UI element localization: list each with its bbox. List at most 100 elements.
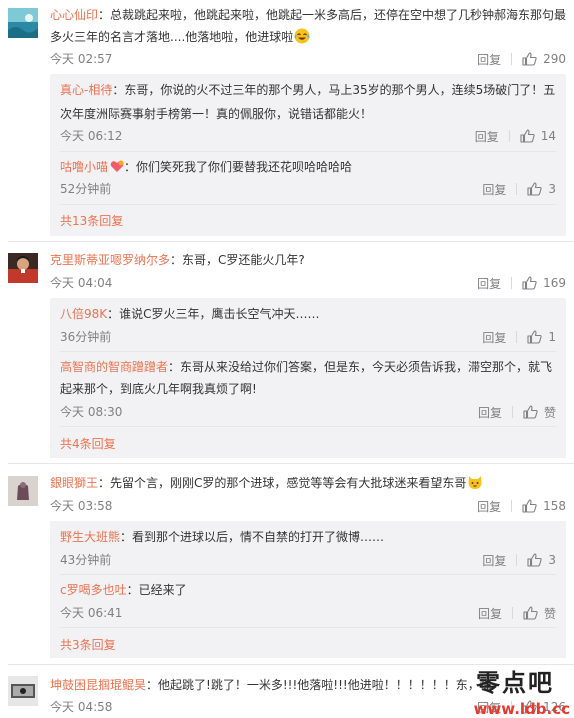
like-label: 赞 — [543, 606, 556, 621]
colon: ： — [146, 678, 159, 692]
like-count: 158 — [543, 499, 566, 513]
comment-line: 銀眼獅王：先留个言，刚刚C罗的那个进球，感觉等等会有大批球迷来看望东哥 — [50, 474, 483, 492]
reply-line: 高智商的智商蹭蹭者：东哥从来没给过你们答案，但是东，今天必须告诉我，滞空那个，就… — [60, 358, 552, 376]
like-count: 1 — [548, 330, 556, 344]
avatar[interactable] — [8, 676, 38, 706]
more-replies-link[interactable]: 共3条回复 — [60, 637, 116, 653]
reply-button[interactable]: 回复 — [477, 275, 501, 292]
username-link[interactable]: 坤鼓困昆掴琨鲲昊 — [50, 678, 146, 692]
reply-button[interactable]: 回复 — [482, 181, 506, 198]
comment-text: 东哥，C罗还能火几年? — [182, 253, 305, 267]
like-button[interactable]: 14 — [520, 129, 556, 143]
colon: ： — [107, 307, 120, 321]
reply-button[interactable]: 回复 — [475, 128, 499, 145]
more-replies-link[interactable]: 共13条回复 — [60, 213, 123, 229]
reply-button[interactable]: 回复 — [478, 605, 502, 622]
avatar[interactable] — [8, 476, 38, 506]
reply-button[interactable]: 回复 — [477, 51, 501, 68]
username-link[interactable]: 克里斯蒂亚嗯罗纳尔多 — [50, 253, 170, 267]
like-button[interactable]: 赞 — [523, 605, 556, 622]
reply-divider — [60, 151, 556, 152]
reply-actions: 回复 3 — [482, 551, 556, 569]
laugh-emoji-icon — [294, 28, 310, 44]
like-button[interactable]: 赞 — [523, 404, 556, 421]
thumbs-up-icon — [527, 182, 543, 196]
reply-actions: 回复 赞 — [478, 403, 556, 421]
reply-button[interactable]: 回复 — [477, 498, 501, 515]
username-link[interactable]: 咕噜小喵 — [60, 160, 108, 174]
like-button[interactable]: 169 — [522, 276, 566, 290]
username-link[interactable]: 心心仙印 — [50, 8, 98, 22]
like-label: 赞 — [543, 405, 556, 420]
avatar[interactable] — [8, 8, 38, 38]
action-divider — [511, 406, 513, 418]
username-link[interactable]: 高智商的智商蹭蹭者 — [60, 360, 168, 374]
reply-list: 真心-相待：东哥，你说的火不过三年的那个男人，马上35岁的那个男人，连续5场破门… — [50, 74, 566, 236]
action-divider — [511, 277, 513, 289]
reply-time: 今天 06:41 — [60, 606, 123, 620]
like-button[interactable]: 1 — [527, 330, 556, 344]
reply-button[interactable]: 回复 — [478, 404, 502, 421]
thumbs-up-icon — [522, 499, 537, 513]
comment-line: 多火三年的名言才落地....他落地啦，他进球啦 — [50, 28, 310, 46]
reply-actions: 回复 赞 — [478, 604, 556, 622]
like-button[interactable]: 158 — [522, 499, 566, 513]
reply-text: 看到那个进球以后，情不自禁的打开了微博…… — [132, 530, 385, 544]
thumbs-up-icon — [523, 405, 538, 419]
reply-text: 已经来了 — [138, 583, 187, 597]
thumbs-up-icon — [527, 330, 543, 344]
thumbs-up-icon — [527, 553, 543, 567]
comment-actions: 回复 158 — [477, 497, 566, 515]
like-count: 3 — [548, 553, 556, 567]
reply-line: 八倍98K：谁说C罗火三年，鹰击长空气冲天…… — [60, 305, 320, 323]
reply-text: 谁说C罗火三年，鹰击长空气冲天…… — [119, 307, 320, 321]
comment-divider — [8, 463, 574, 464]
like-count: 169 — [543, 276, 566, 290]
avatar[interactable] — [8, 253, 38, 283]
more-replies-link[interactable]: 共4条回复 — [60, 436, 116, 452]
comment-time: 今天 04:58 — [50, 700, 113, 714]
username-link[interactable]: 真心-相待 — [60, 83, 112, 97]
reply-time: 43分钟前 — [60, 553, 112, 567]
reply-time: 今天 08:30 — [60, 405, 123, 419]
comment-line: 坤鼓困昆掴琨鲲昊：他起跳了!跳了！一米多!!!他落啦!!!他进啦！！！！！！东，… — [50, 676, 492, 694]
comment-actions: 回复 290 — [477, 50, 566, 68]
reply-divider — [60, 204, 556, 205]
colon: ： — [170, 253, 183, 267]
comment-text: 他起跳了!跳了！一米多!!!他落啦!!!他进啦！！！！！！东，懂 — [158, 678, 492, 692]
username-link[interactable]: 八倍98K — [60, 307, 107, 321]
action-divider — [508, 130, 510, 142]
username-link[interactable]: 野生大班熊 — [60, 530, 120, 544]
username-link[interactable]: 銀眼獅王 — [50, 476, 98, 490]
action-divider — [511, 53, 513, 65]
reply-line: 真心-相待：东哥，你说的火不过三年的那个男人，马上35岁的那个男人，连续5场破门… — [60, 81, 555, 99]
reply-button[interactable]: 回复 — [482, 329, 506, 346]
action-divider — [511, 607, 513, 619]
reply-actions: 回复 3 — [482, 180, 556, 198]
cat-emoji-icon — [467, 474, 483, 490]
thumbs-up-icon — [523, 606, 538, 620]
like-button[interactable]: 3 — [527, 182, 556, 196]
reply-text: 你们笑死我了你们要替我还花呗哈哈哈哈 — [136, 160, 353, 174]
reply-text: 东哥从来没给过你们答案，但是东，今天必须告诉我，滞空那个，就飞 — [180, 360, 553, 374]
reply-line: 野生大班熊：看到那个进球以后，情不自禁的打开了微博…… — [60, 528, 384, 546]
reply-time: 36分钟前 — [60, 330, 112, 344]
username-link[interactable]: c罗喝多也吐 — [60, 583, 127, 597]
watermark-title: 零点吧 — [476, 668, 554, 697]
colon: ： — [98, 476, 111, 490]
colon: ： — [98, 8, 111, 22]
action-divider — [516, 183, 518, 195]
colon: ： — [112, 83, 125, 97]
comment-actions: 回复 169 — [477, 274, 566, 292]
watermark-url: www.ldb.cc — [473, 700, 570, 718]
comment-time: 今天 03:58 — [50, 499, 113, 513]
reply-divider — [60, 351, 556, 352]
comment-time: 今天 02:57 — [50, 52, 113, 66]
reply-time: 52分钟前 — [60, 182, 112, 196]
reply-button[interactable]: 回复 — [482, 552, 506, 569]
thumbs-up-icon — [520, 129, 535, 143]
comment-time: 今天 04:04 — [50, 276, 113, 290]
colon: ： — [120, 530, 133, 544]
like-button[interactable]: 3 — [527, 553, 556, 567]
like-button[interactable]: 290 — [522, 52, 566, 66]
